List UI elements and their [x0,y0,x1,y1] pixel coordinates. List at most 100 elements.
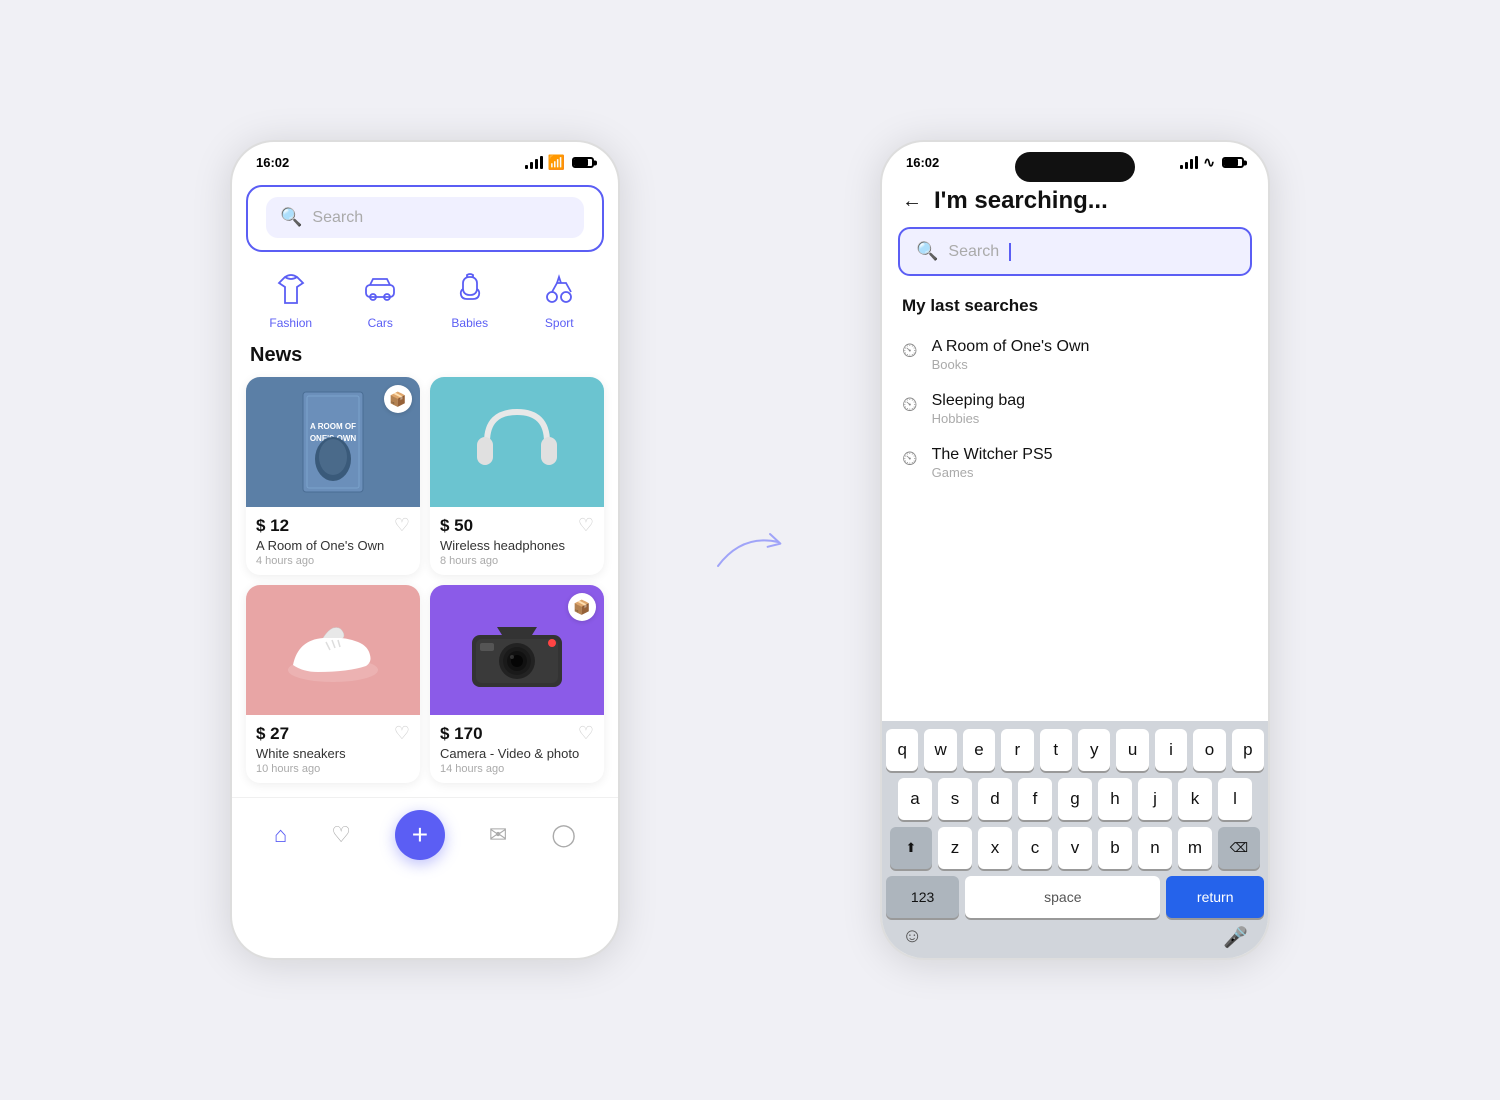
right-phone: 16:02 ∿ ← I'm searching... 🔍 Search My l… [880,140,1270,960]
key-z[interactable]: z [938,827,972,869]
nav-add-button[interactable]: + [395,810,445,860]
sport-label: Sport [545,316,574,330]
key-o[interactable]: o [1193,729,1225,771]
time-shoes: 10 hours ago [256,763,410,775]
search-text-1: Sleeping bag Hobbies [932,392,1025,426]
key-h[interactable]: h [1098,778,1132,820]
key-g[interactable]: g [1058,778,1092,820]
key-m[interactable]: m [1178,827,1212,869]
sport-icon [536,266,582,312]
category-fashion[interactable]: Fashion [268,266,314,330]
key-b[interactable]: b [1098,827,1132,869]
heart-shoes[interactable]: ♡ [394,723,410,744]
key-n[interactable]: n [1138,827,1172,869]
clock-icon-1: ⏲ [902,394,918,417]
badge-camera: 📦 [568,593,596,621]
key-r[interactable]: r [1001,729,1033,771]
key-v[interactable]: v [1058,827,1092,869]
status-icons-right: ∿ [1180,154,1244,171]
babies-label: Babies [451,316,488,330]
nav-home[interactable]: ⌂ [274,822,287,848]
key-a[interactable]: a [898,778,932,820]
key-p[interactable]: p [1232,729,1264,771]
category-babies[interactable]: Babies [447,266,493,330]
arrow-container [700,510,800,590]
nav-profile[interactable]: ◯ [551,822,576,848]
heart-camera[interactable]: ♡ [578,723,594,744]
keyboard-bottom-row: ☺ 🎤 [886,925,1264,950]
shift-key[interactable]: ⬆ [890,827,932,869]
key-e[interactable]: e [963,729,995,771]
key-f[interactable]: f [1018,778,1052,820]
search-text-2: The Witcher PS5 Games [932,446,1053,480]
heart-headphones[interactable]: ♡ [578,515,594,536]
signal-right-icon [1180,156,1198,169]
babies-icon [447,266,493,312]
cars-icon [357,266,403,312]
last-searches-title: My last searches [882,292,1268,328]
search-text-0: A Room of One's Own Books [932,338,1090,372]
time-book: 4 hours ago [256,555,410,567]
product-card-book[interactable]: A ROOM OF ONE'S OWN 📦 $ 12 ♡ A Room of O… [246,377,420,575]
back-button[interactable]: ← [902,190,922,213]
product-image-camera: 📦 [430,585,604,715]
heart-book[interactable]: ♡ [394,515,410,536]
mic-key[interactable]: 🎤 [1223,925,1248,950]
emoji-key[interactable]: ☺ [902,925,922,950]
nav-heart[interactable]: ♡ [331,822,351,848]
return-key[interactable]: return [1166,876,1264,918]
search-icon-right: 🔍 [916,241,938,262]
keyboard-row-4: 123 space return [886,876,1264,918]
search-wrapper[interactable]: 🔍 Search [246,185,604,252]
key-c[interactable]: c [1018,827,1052,869]
phone-notch [1015,152,1135,182]
product-info-shoes: $ 27 ♡ White sneakers 10 hours ago [246,715,420,783]
key-q[interactable]: q [886,729,918,771]
clock-icon-0: ⏲ [902,340,918,363]
name-shoes: White sneakers [256,746,410,761]
key-u[interactable]: u [1116,729,1148,771]
keyboard-row-2: a s d f g h j k l [886,778,1264,820]
product-card-headphones[interactable]: $ 50 ♡ Wireless headphones 8 hours ago [430,377,604,575]
search-item-2[interactable]: ⏲ The Witcher PS5 Games [882,436,1268,490]
price-camera: $ 170 [440,724,483,744]
search-cat-1: Hobbies [932,411,1025,426]
key-k[interactable]: k [1178,778,1212,820]
page-title: I'm searching... [934,187,1108,215]
search-bar-left[interactable]: 🔍 Search [266,197,584,238]
delete-key[interactable]: ⌫ [1218,827,1260,869]
search-cat-0: Books [932,357,1090,372]
time-right: 16:02 [906,155,939,170]
key-d[interactable]: d [978,778,1012,820]
news-title: News [232,338,618,377]
key-i[interactable]: i [1155,729,1187,771]
product-card-camera[interactable]: 📦 $ 170 ♡ Camera - Video & photo 14 hour… [430,585,604,783]
search-item-0[interactable]: ⏲ A Room of One's Own Books [882,328,1268,382]
price-book: $ 12 [256,516,289,536]
keyboard-row-1: q w e r t y u i o p [886,729,1264,771]
time-camera: 14 hours ago [440,763,594,775]
back-header: ← I'm searching... [882,177,1268,223]
nav-mail[interactable]: ✉ [489,822,507,848]
key-y[interactable]: y [1078,729,1110,771]
status-icons-left: 📶 [525,154,594,171]
category-cars[interactable]: Cars [357,266,403,330]
key-j[interactable]: j [1138,778,1172,820]
product-card-shoes[interactable]: $ 27 ♡ White sneakers 10 hours ago [246,585,420,783]
search-input-left[interactable]: Search [312,209,363,227]
product-grid: A ROOM OF ONE'S OWN 📦 $ 12 ♡ A Room of O… [232,377,618,783]
key-x[interactable]: x [978,827,1012,869]
search-placeholder-right[interactable]: Search [948,243,999,261]
key-s[interactable]: s [938,778,972,820]
category-sport[interactable]: Sport [536,266,582,330]
num-key[interactable]: 123 [886,876,959,918]
key-w[interactable]: w [924,729,956,771]
product-image-headphones [430,377,604,507]
key-t[interactable]: t [1040,729,1072,771]
search-item-1[interactable]: ⏲ Sleeping bag Hobbies [882,382,1268,436]
key-l[interactable]: l [1218,778,1252,820]
space-key[interactable]: space [965,876,1160,918]
badge-book: 📦 [384,385,412,413]
search-bar-right[interactable]: 🔍 Search [898,227,1252,276]
price-shoes: $ 27 [256,724,289,744]
